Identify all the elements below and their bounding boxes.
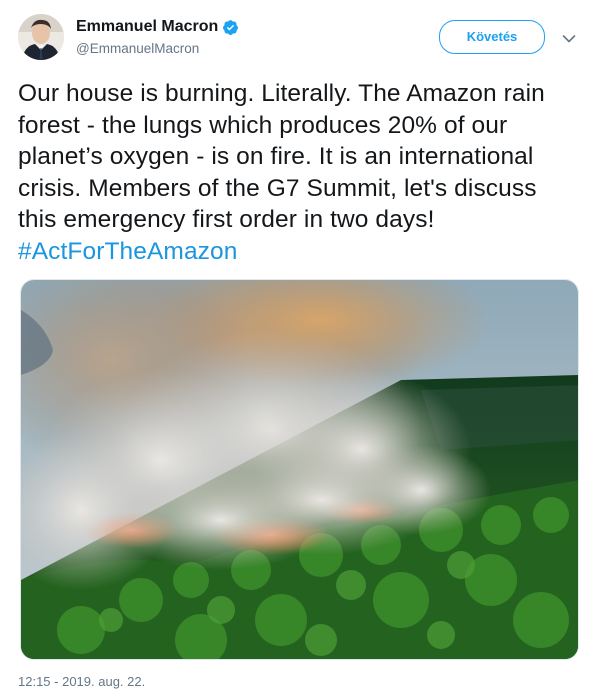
tweet-body: Our house is burning. Literally. The Ama… xyxy=(18,80,545,233)
avatar[interactable] xyxy=(18,14,64,60)
chevron-down-icon[interactable] xyxy=(562,31,576,43)
user-names: Emmanuel Macron @EmmanuelMacron xyxy=(76,17,239,58)
timestamp[interactable]: 12:15 - 2019. aug. 22. xyxy=(18,674,145,689)
display-name[interactable]: Emmanuel Macron xyxy=(76,17,218,37)
hashtag-link[interactable]: #ActForTheAmazon xyxy=(18,238,237,265)
tweet: Emmanuel Macron @EmmanuelMacron Követés … xyxy=(0,0,590,700)
user-handle[interactable]: @EmmanuelMacron xyxy=(76,40,239,58)
follow-button[interactable]: Követés xyxy=(439,20,545,54)
display-name-row: Emmanuel Macron xyxy=(76,17,239,37)
tweet-text: Our house is burning. Literally. The Ama… xyxy=(18,78,578,267)
verified-badge-icon xyxy=(222,19,239,36)
tweet-header: Emmanuel Macron @EmmanuelMacron Követés xyxy=(18,14,578,62)
media-photo[interactable] xyxy=(20,279,579,660)
